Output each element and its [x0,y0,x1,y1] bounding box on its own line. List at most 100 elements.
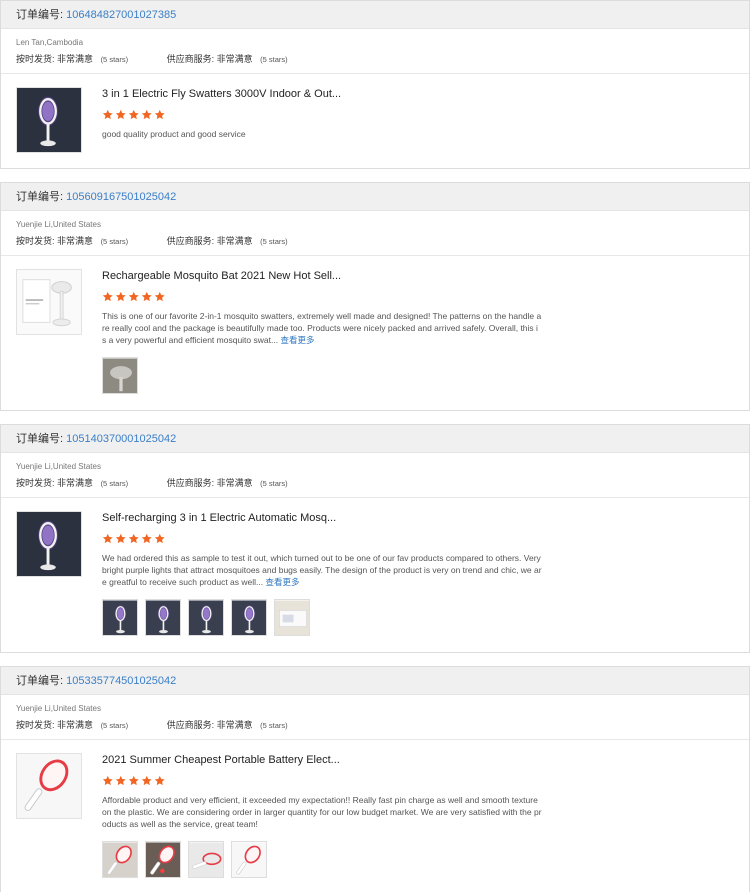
on-time-stars: (5 stars) [100,237,129,246]
order-label: 订单编号: [16,191,64,203]
star-icon [128,775,139,786]
star-rating [102,533,542,547]
product-thumbnail[interactable] [16,87,82,153]
review-photo[interactable] [231,841,267,878]
supplier-label: 供应商服务: [166,236,215,246]
on-time-label: 按时发货: [16,478,55,488]
on-time-label: 按时发货: [16,720,55,730]
product-review: 3 in 1 Electric Fly Swatters 3000V Indoo… [1,74,749,153]
star-icon [128,109,139,120]
review-body: good quality product and good service [102,129,246,139]
star-icon [102,109,113,120]
supplier-stars: (5 stars) [260,237,288,246]
star-rating [102,775,542,789]
supplier-label: 供应商服务: [166,478,215,488]
star-icon [154,775,165,786]
star-icon [141,533,152,544]
on-time-label: 按时发货: [16,236,55,246]
review-text: Affordable product and very efficient, i… [102,794,542,830]
review-photo[interactable] [145,599,181,636]
review-photo[interactable] [188,841,224,878]
service-ratings: 按时发货: 非常满意 (5 stars) 供应商服务: 非常满意 (5 star… [16,234,749,248]
buyer-name: Yuenjie Li,United States [16,704,101,713]
review-photo[interactable] [102,841,138,878]
supplier-value: 非常满意 [216,720,253,730]
see-more-link[interactable]: 查看更多 [266,577,300,587]
order-header: 订单编号: 105609167501025042 [1,183,749,211]
star-icon [128,291,139,302]
supplier-stars: (5 stars) [260,721,288,730]
star-icon [102,775,113,786]
product-title-link[interactable]: 3 in 1 Electric Fly Swatters 3000V Indoo… [102,86,542,102]
star-icon [154,109,165,120]
review-photo[interactable] [231,599,267,636]
product-thumbnail[interactable] [16,269,82,335]
review-photos [102,599,542,639]
order-review-card: 订单编号: 106484827001027385 Len Tan,Cambodi… [0,0,750,169]
review-text: This is one of our favorite 2-in-1 mosqu… [102,310,542,346]
order-number-link[interactable]: 105335774501025042 [66,675,176,687]
service-ratings: 按时发货: 非常满意 (5 stars) 供应商服务: 非常满意 (5 star… [16,52,749,66]
on-time-value: 非常满意 [57,54,94,64]
buyer-name: Len Tan,Cambodia [16,38,84,47]
product-title-link[interactable]: 2021 Summer Cheapest Portable Battery El… [102,752,542,768]
order-label: 订单编号: [16,9,64,21]
star-icon [141,291,152,302]
star-icon [154,533,165,544]
order-review-card: 订单编号: 105609167501025042 Yuenjie Li,Unit… [0,182,750,411]
on-time-value: 非常满意 [57,478,94,488]
buyer-name: Yuenjie Li,United States [16,220,101,229]
see-more-link[interactable]: 查看更多 [280,335,314,345]
product-review: 2021 Summer Cheapest Portable Battery El… [1,740,749,881]
review-body: Affordable product and very efficient, i… [102,795,542,829]
on-time-label: 按时发货: [16,54,55,64]
star-icon [115,291,126,302]
review-photos [102,357,542,397]
review-photo[interactable] [145,841,181,878]
product-review: Rechargeable Mosquito Bat 2021 New Hot S… [1,256,749,397]
star-icon [115,533,126,544]
supplier-value: 非常满意 [216,54,253,64]
order-review-card: 订单编号: 105335774501025042 Yuenjie Li,Unit… [0,666,750,892]
buyer-meta: Yuenjie Li,United States 按时发货: 非常满意 (5 s… [1,695,749,740]
product-thumbnail[interactable] [16,753,82,819]
service-ratings: 按时发货: 非常满意 (5 stars) 供应商服务: 非常满意 (5 star… [16,718,749,732]
review-body: We had ordered this as sample to test it… [102,553,542,587]
on-time-value: 非常满意 [57,720,94,730]
review-text: good quality product and good service [102,128,542,140]
order-number-link[interactable]: 105140370001025042 [66,433,176,445]
service-ratings: 按时发货: 非常满意 (5 stars) 供应商服务: 非常满意 (5 star… [16,476,749,490]
review-photos [102,841,542,881]
product-review: Self-recharging 3 in 1 Electric Automati… [1,498,749,639]
on-time-stars: (5 stars) [100,479,129,488]
order-header: 订单编号: 106484827001027385 [1,1,749,29]
review-photo[interactable] [188,599,224,636]
product-title-link[interactable]: Self-recharging 3 in 1 Electric Automati… [102,510,542,526]
star-icon [115,109,126,120]
order-number-link[interactable]: 105609167501025042 [66,191,176,203]
supplier-label: 供应商服务: [166,54,215,64]
star-icon [102,533,113,544]
product-title-link[interactable]: Rechargeable Mosquito Bat 2021 New Hot S… [102,268,542,284]
supplier-value: 非常满意 [216,236,253,246]
review-photo[interactable] [274,599,310,636]
product-thumbnail[interactable] [16,511,82,577]
star-icon [128,533,139,544]
supplier-stars: (5 stars) [260,479,288,488]
supplier-label: 供应商服务: [166,720,215,730]
on-time-value: 非常满意 [57,236,94,246]
review-photo[interactable] [102,599,138,636]
supplier-stars: (5 stars) [260,55,288,64]
star-rating [102,291,542,305]
review-photo[interactable] [102,357,138,394]
order-label: 订单编号: [16,675,64,687]
star-icon [141,109,152,120]
on-time-stars: (5 stars) [100,721,129,730]
buyer-meta: Yuenjie Li,United States 按时发货: 非常满意 (5 s… [1,453,749,498]
order-header: 订单编号: 105140370001025042 [1,425,749,453]
buyer-meta: Yuenjie Li,United States 按时发货: 非常满意 (5 s… [1,211,749,256]
buyer-meta: Len Tan,Cambodia 按时发货: 非常满意 (5 stars) 供应… [1,29,749,74]
order-number-link[interactable]: 106484827001027385 [66,9,176,21]
star-icon [154,291,165,302]
supplier-value: 非常满意 [216,478,253,488]
